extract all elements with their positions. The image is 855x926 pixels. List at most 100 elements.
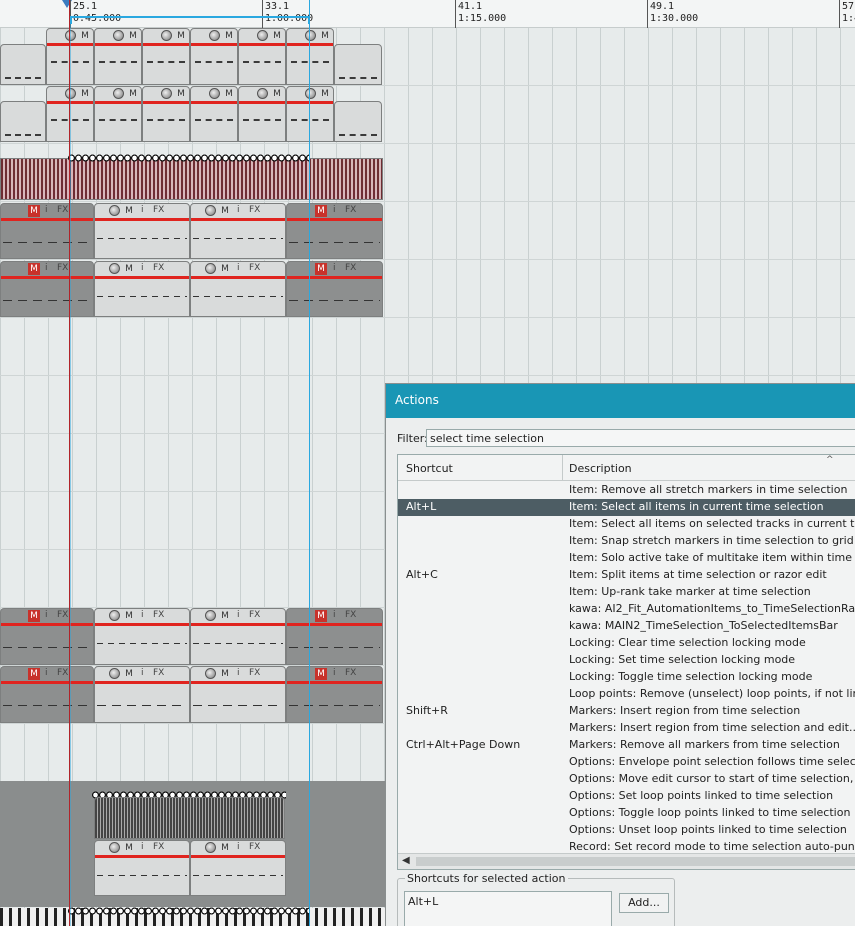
item-fx-button[interactable]: FX [249,610,260,620]
item-volume-knob-icon[interactable] [257,88,268,99]
item-volume-knob-icon[interactable] [305,88,316,99]
item-info-label[interactable]: i [45,668,48,678]
item-volume-knob-icon[interactable] [205,263,216,274]
midi-item[interactable]: M i FX [190,608,286,665]
item-mute-button[interactable]: M [271,88,283,100]
item-fx-button[interactable]: FX [153,842,164,852]
item-mute-button[interactable]: M [79,30,91,42]
item-fx-button[interactable]: FX [345,610,356,620]
item-mute-button[interactable]: M [315,205,327,217]
action-row[interactable]: Locking: Set time selection locking mode [398,652,855,669]
item-volume-knob-icon[interactable] [205,668,216,679]
item-mute-button[interactable]: M [319,30,331,42]
action-row[interactable]: Alt+C Item: Split items at time selection… [398,567,855,584]
audio-item-waveform[interactable] [94,797,285,839]
item-fx-button[interactable]: FX [153,263,164,273]
item-volume-knob-icon[interactable] [209,30,220,41]
item-info-label[interactable]: i [141,205,144,215]
item-info-label[interactable]: i [333,263,336,273]
item-info-label[interactable]: i [141,842,144,852]
item-mute-button[interactable]: M [219,668,231,680]
item-mute-button[interactable]: M [127,88,139,100]
media-item[interactable] [334,101,382,142]
item-info-label[interactable]: i [237,263,240,273]
shortcuts-list[interactable]: Alt+L [404,891,612,926]
item-volume-knob-icon[interactable] [205,205,216,216]
action-row[interactable]: Options: Move edit cursor to start of ti… [398,771,855,788]
scrollbar-thumb[interactable] [416,857,855,866]
item-fx-button[interactable]: FX [57,610,68,620]
action-row[interactable]: Options: Unset loop points linked to tim… [398,822,855,839]
actions-list[interactable]: Shortcut Description ^ Item: Remove all … [397,454,855,870]
item-volume-knob-icon[interactable] [109,842,120,853]
item-info-label[interactable]: i [333,668,336,678]
item-mute-button[interactable]: M [219,263,231,275]
item-volume-knob-icon[interactable] [205,610,216,621]
item-volume-knob-icon[interactable] [109,668,120,679]
item-info-label[interactable]: i [333,205,336,215]
midi-item[interactable]: M i FX [94,666,190,723]
item-fx-button[interactable]: FX [249,263,260,273]
item-fx-button[interactable]: FX [153,610,164,620]
item-mute-button[interactable]: M [219,610,231,622]
item-mute-button[interactable]: M [315,668,327,680]
item-volume-knob-icon[interactable] [109,263,120,274]
item-mute-button[interactable]: M [123,842,135,854]
item-mute-button[interactable]: M [219,842,231,854]
item-info-label[interactable]: i [45,263,48,273]
time-selection-indicator[interactable] [70,16,310,24]
item-info-label[interactable]: i [45,610,48,620]
midi-item[interactable]: M i FX [190,666,286,723]
action-row[interactable]: Item: Select all items on selected track… [398,516,855,533]
action-row[interactable]: kawa: AI2_Fit_AutomationItems_to_TimeSel… [398,601,855,618]
media-item[interactable]: M [94,86,142,142]
item-volume-knob-icon[interactable] [205,842,216,853]
item-fx-button[interactable]: FX [57,263,68,273]
shortcut-entry[interactable]: Alt+L [408,895,438,908]
stretch-markers[interactable] [68,907,310,915]
item-fx-button[interactable]: FX [345,263,356,273]
action-row[interactable]: Shift+R Markers: Insert region from time … [398,703,855,720]
item-mute-button[interactable]: M [79,88,91,100]
action-row[interactable]: Options: Envelope point selection follow… [398,754,855,771]
midi-item[interactable]: M i FX [190,261,286,317]
item-mute-button[interactable]: M [175,88,187,100]
midi-item[interactable]: M i FX [0,261,94,317]
item-volume-knob-icon[interactable] [257,30,268,41]
item-fx-button[interactable]: FX [345,668,356,678]
action-row[interactable]: Locking: Toggle time selection locking m… [398,669,855,686]
shortcut-column-header[interactable]: Shortcut [406,462,453,475]
media-item[interactable]: M [238,86,286,142]
item-fx-button[interactable]: FX [249,668,260,678]
action-row[interactable]: Alt+L Item: Select all items in current t… [398,499,855,516]
action-row[interactable]: Options: Set loop points linked to time … [398,788,855,805]
item-mute-button[interactable]: M [319,88,331,100]
action-row[interactable]: kawa: MAIN2_TimeSelection_ToSelectedItem… [398,618,855,635]
item-mute-button[interactable]: M [123,668,135,680]
item-info-label[interactable]: i [237,842,240,852]
item-fx-button[interactable]: FX [57,205,68,215]
stretch-markers[interactable] [68,154,310,162]
item-mute-button[interactable]: M [315,263,327,275]
scroll-left-icon[interactable]: ◀ [402,855,410,866]
media-item[interactable] [0,101,46,142]
media-item[interactable] [334,44,382,85]
midi-item[interactable]: M i FX [286,261,383,317]
item-info-label[interactable]: i [45,205,48,215]
action-row[interactable]: Loop points: Remove (unselect) loop poin… [398,686,855,703]
media-item[interactable]: M [142,28,190,85]
actions-title[interactable]: Actions [386,384,855,418]
midi-item[interactable]: M i FX [0,608,94,665]
item-info-label[interactable]: i [141,610,144,620]
media-item[interactable]: M [190,86,238,142]
media-item[interactable]: M [142,86,190,142]
midi-item[interactable]: M i FX [286,608,383,665]
media-item[interactable]: M [94,28,142,85]
item-info-label[interactable]: i [333,610,336,620]
midi-item[interactable]: M i FX [94,261,190,317]
midi-item[interactable]: M i FX [94,840,190,896]
item-mute-button[interactable]: M [28,610,40,622]
action-row[interactable]: Ctrl+Alt+Page Down Markers: Remove all ma… [398,737,855,754]
midi-item[interactable]: M i FX [190,203,286,259]
filter-input[interactable] [426,429,855,447]
